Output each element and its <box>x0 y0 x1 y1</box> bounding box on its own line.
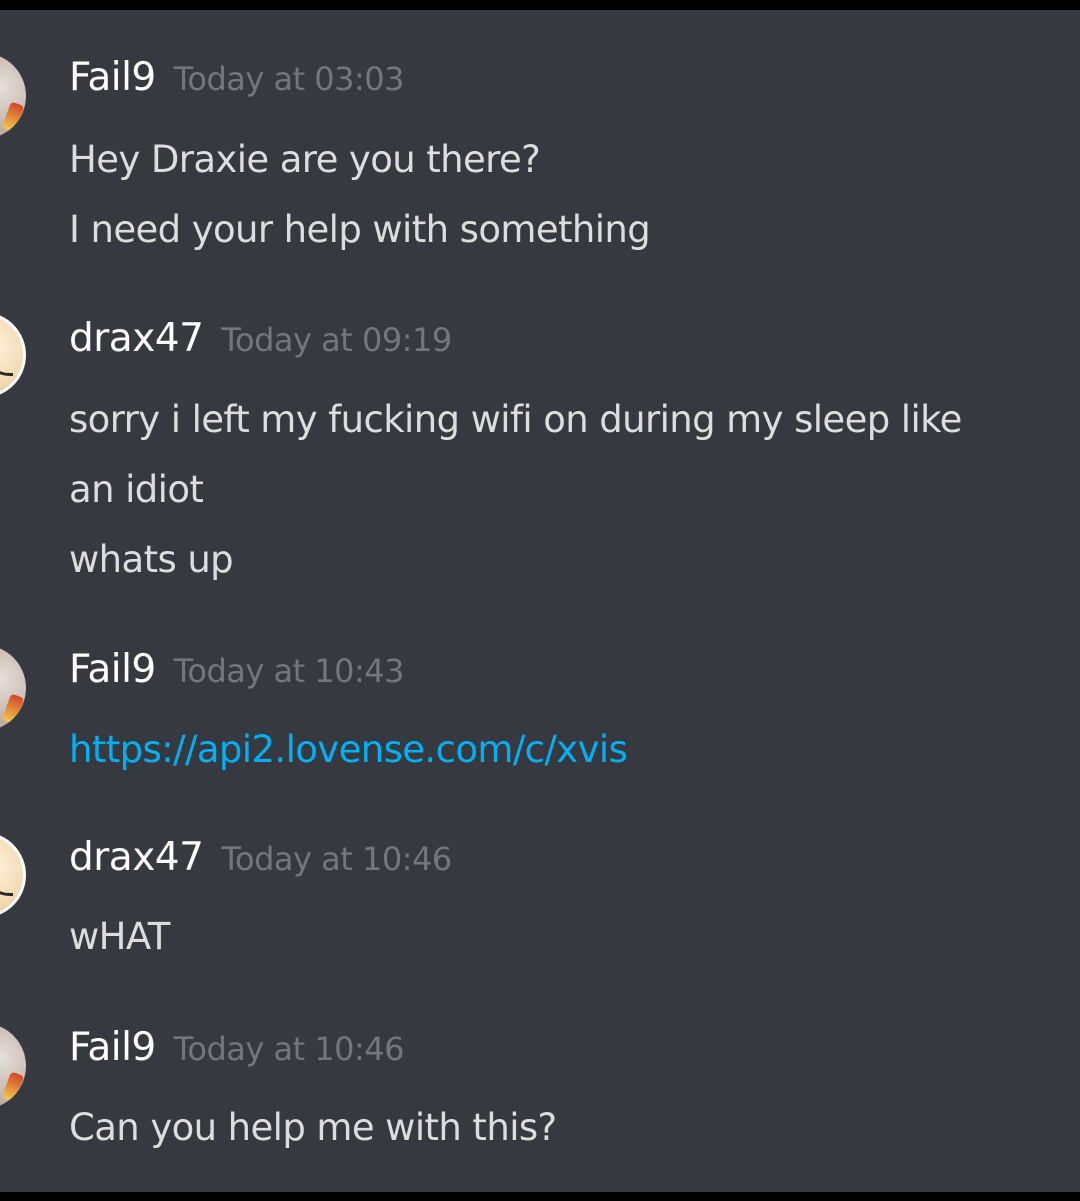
message-header: drax47 Today at 09:19 <box>69 316 452 361</box>
message-text: whats up <box>69 538 234 581</box>
chat-panel: Fail9 Today at 03:03 Hey Draxie are you t… <box>0 10 1080 1192</box>
user-avatar[interactable] <box>0 312 26 398</box>
timestamp: Today at 09:19 <box>221 321 452 359</box>
message-text: wHAT <box>69 915 170 958</box>
message-text: I need your help with something <box>69 208 651 251</box>
timestamp: Today at 10:46 <box>173 1030 405 1068</box>
message-text: Hey Draxie are you there? <box>69 138 541 181</box>
message-link[interactable]: https://api2.lovense.com/c/xvis <box>69 728 628 771</box>
username[interactable]: drax47 <box>69 316 204 361</box>
username[interactable]: drax47 <box>69 835 204 880</box>
username[interactable]: Fail9 <box>69 647 156 692</box>
timestamp: Today at 10:43 <box>173 652 405 690</box>
username[interactable]: Fail9 <box>69 55 156 100</box>
message-header: Fail9 Today at 10:43 <box>69 647 405 692</box>
user-avatar[interactable] <box>0 832 26 918</box>
username[interactable]: Fail9 <box>69 1025 156 1070</box>
timestamp: Today at 10:46 <box>221 840 452 878</box>
message-text: sorry i left my fucking wifi on during m… <box>69 398 962 441</box>
message-header: Fail9 Today at 03:03 <box>69 55 405 100</box>
timestamp: Today at 03:03 <box>173 60 405 98</box>
message-header: drax47 Today at 10:46 <box>69 835 452 880</box>
message-text: Can you help me with this? <box>69 1106 557 1149</box>
user-avatar[interactable] <box>0 1023 26 1109</box>
message-text: an idiot <box>69 468 204 511</box>
user-avatar[interactable] <box>0 53 26 139</box>
user-avatar[interactable] <box>0 645 26 731</box>
message-header: Fail9 Today at 10:46 <box>69 1025 405 1070</box>
